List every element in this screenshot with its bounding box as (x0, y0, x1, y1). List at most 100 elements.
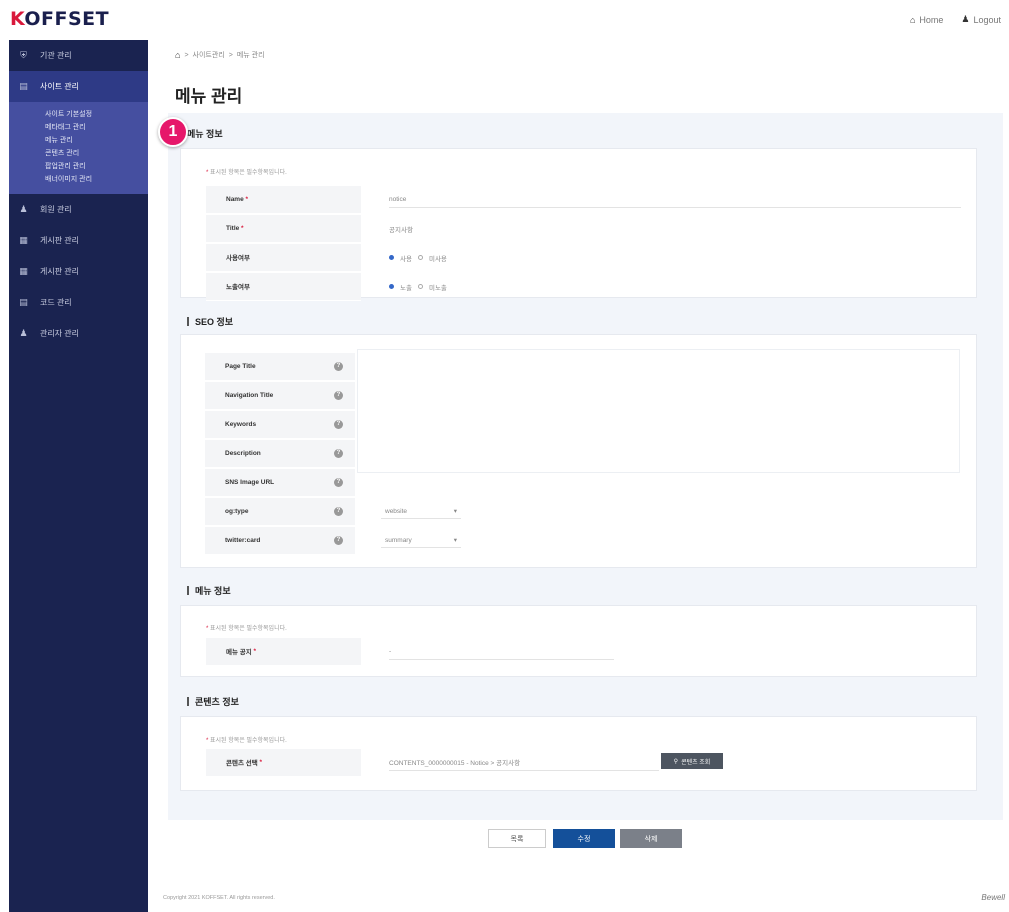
grid-icon: ▦ (19, 266, 28, 276)
user-icon: ♟ (961, 14, 970, 24)
field-label: 사용여부 (206, 243, 361, 272)
subnav-item-metatag[interactable]: 메타태그 관리 (9, 121, 148, 134)
field-label: 노출여부 (206, 272, 361, 301)
required-note: * 표시된 항목은 필수항목입니다. (206, 626, 287, 632)
sidebar-item-site[interactable]: ▤ 사이트 관리 (9, 71, 148, 102)
page-title: 메뉴 관리 (175, 87, 243, 106)
breadcrumb: ⌂ > 사이트관리 > 메뉴 관리 (175, 50, 265, 60)
edit-button[interactable]: 수정 (553, 829, 615, 848)
seo-select[interactable]: website ▾ (381, 505, 461, 519)
required-note: * 표시된 항목은 필수항목입니다. (206, 738, 287, 744)
field-label: Page Title? (205, 352, 355, 381)
name-field[interactable]: notice (361, 186, 961, 214)
sidebar-item-code[interactable]: ▤ 코드 관리 (9, 287, 148, 318)
logo-text: OFFSET (24, 8, 110, 30)
use-radio-group: 사용 미사용 (361, 244, 447, 272)
home-icon[interactable]: ⌂ (175, 50, 180, 60)
search-icon: ⚲ (673, 758, 679, 765)
field-label: Description? (205, 439, 355, 468)
help-icon[interactable]: ? (334, 506, 343, 516)
menu-notice-field[interactable]: - (361, 638, 614, 666)
seo-row: Page Title? (205, 352, 355, 381)
help-icon[interactable]: ? (334, 448, 343, 458)
title-field[interactable]: 공지사항 (361, 215, 413, 243)
breadcrumb-level1[interactable]: 사이트관리 (193, 50, 225, 60)
logout-link[interactable]: ♟ Logout (961, 14, 1001, 25)
radio-exposure-off[interactable] (417, 284, 423, 289)
home-link[interactable]: ⌂ Home (910, 14, 943, 25)
field-label: twitter:card? (205, 526, 355, 555)
radio-use-off[interactable] (417, 255, 423, 260)
required-note: * 표시된 항목은 필수항목입니다. (206, 170, 287, 176)
sidebar-item-admin[interactable]: ♟ 관리자 관리 (9, 318, 148, 349)
top-header: KOFFSET ⌂ Home ♟ Logout (0, 0, 1009, 40)
step-badge: 1 (158, 117, 188, 147)
form-row-title: Title * 공지사항 (206, 214, 413, 243)
content-select-field[interactable]: CONTENTS_0000000015 - Notice > 공지사항 (361, 749, 659, 777)
seo-row: og:type? website ▾ (205, 497, 461, 526)
seo-select-wrap: website ▾ (355, 498, 461, 526)
form-row-use: 사용여부 사용 미사용 (206, 243, 447, 272)
sidebar-item-board[interactable]: ▦ 게시판 관리 (9, 225, 148, 256)
field-label: Navigation Title? (205, 381, 355, 410)
field-label: SNS Image URL? (205, 468, 355, 497)
field-label: 콘텐츠 선택 * (206, 748, 361, 777)
subnav-item-popup[interactable]: 팝업관리 관리 (9, 160, 148, 173)
grid-icon: ▦ (19, 235, 28, 245)
document-icon: ▤ (19, 297, 28, 307)
form-row-menu-notice: 메뉴 공지 * - (206, 637, 614, 666)
sidebar-submenu: 사이트 기본설정 메타태그 관리 메뉴 관리 콘텐츠 관리 팝업관리 관리 배너… (9, 102, 148, 194)
subnav-item-site-settings[interactable]: 사이트 기본설정 (9, 108, 148, 121)
document-icon: ▤ (19, 81, 28, 91)
help-icon[interactable]: ? (334, 390, 343, 400)
field-label: og:type? (205, 497, 355, 526)
seo-row: SNS Image URL? (205, 468, 355, 497)
delete-button[interactable]: 삭제 (620, 829, 682, 848)
seo-select[interactable]: summary ▾ (381, 534, 461, 548)
seo-row: Description? (205, 439, 355, 468)
section-title-content: 콘텐츠 정보 (187, 695, 239, 708)
seo-row: Navigation Title? (205, 381, 355, 410)
top-links: ⌂ Home ♟ Logout (910, 14, 1001, 25)
seo-row: twitter:card? summary ▾ (205, 526, 461, 555)
chevron-down-icon: ▾ (453, 537, 457, 544)
footer-copyright: Copyright 2021 KOFFSET. All rights reser… (163, 895, 275, 901)
section-title-seo: SEO 정보 (187, 315, 233, 328)
koffset-logo[interactable]: KOFFSET (10, 8, 109, 30)
form-row-content-select: 콘텐츠 선택 * CONTENTS_0000000015 - Notice > … (206, 748, 659, 777)
seo-row: Keywords? (205, 410, 355, 439)
shield-icon: ⛨ (20, 50, 27, 60)
section-title-menu-info: 메뉴 정보 (187, 129, 223, 139)
radio-exposure-on[interactable] (389, 284, 394, 289)
field-label: Keywords? (205, 410, 355, 439)
field-label: 메뉴 공지 * (206, 637, 361, 666)
user-icon: ♟ (19, 204, 28, 214)
field-label: Title * (206, 214, 361, 243)
menu-info-card: * 표시된 항목은 필수항목입니다. Name * notice Title *… (180, 148, 977, 301)
help-icon[interactable]: ? (334, 361, 343, 371)
subnav-item-menu[interactable]: 메뉴 관리 (9, 134, 148, 147)
logo-letter: K (10, 8, 25, 30)
subnav-item-content[interactable]: 콘텐츠 관리 (9, 147, 148, 160)
sidebar-item-board-2[interactable]: ▦ 게시판 관리 (9, 256, 148, 287)
exposure-radio-group: 노출 미노출 (361, 273, 447, 301)
form-row-name: Name * notice (206, 185, 961, 214)
sidebar-item-org[interactable]: ⛨ 기관 관리 (9, 40, 148, 71)
content-search-button[interactable]: ⚲ 콘텐츠 조회 (661, 753, 723, 769)
sidebar-item-member[interactable]: ♟ 회원 관리 (9, 194, 148, 225)
footer-brand-logo: Bewell (981, 893, 1005, 902)
sidebar: ⛨ 기관 관리 ▤ 사이트 관리 사이트 기본설정 메타태그 관리 메뉴 관리 … (9, 40, 148, 912)
help-icon[interactable]: ? (334, 419, 343, 429)
section-title-menu-link: 메뉴 정보 (187, 584, 231, 597)
subnav-item-banner[interactable]: 배너이미지 관리 (9, 173, 148, 186)
help-icon[interactable]: ? (334, 535, 343, 545)
radio-use-on[interactable] (389, 255, 394, 260)
breadcrumb-level2[interactable]: 메뉴 관리 (237, 50, 265, 60)
content-info-card: * 표시된 항목은 필수항목입니다. 콘텐츠 선택 * CONTENTS_000… (180, 716, 977, 791)
list-button[interactable]: 목록 (488, 829, 546, 848)
help-icon[interactable]: ? (334, 477, 343, 487)
seo-textarea[interactable] (357, 349, 960, 473)
form-row-exposure: 노출여부 노출 미노출 (206, 272, 447, 301)
menu-link-card: * 표시된 항목은 필수항목입니다. 메뉴 공지 * - (180, 605, 977, 677)
chevron-down-icon: ▾ (453, 508, 457, 515)
